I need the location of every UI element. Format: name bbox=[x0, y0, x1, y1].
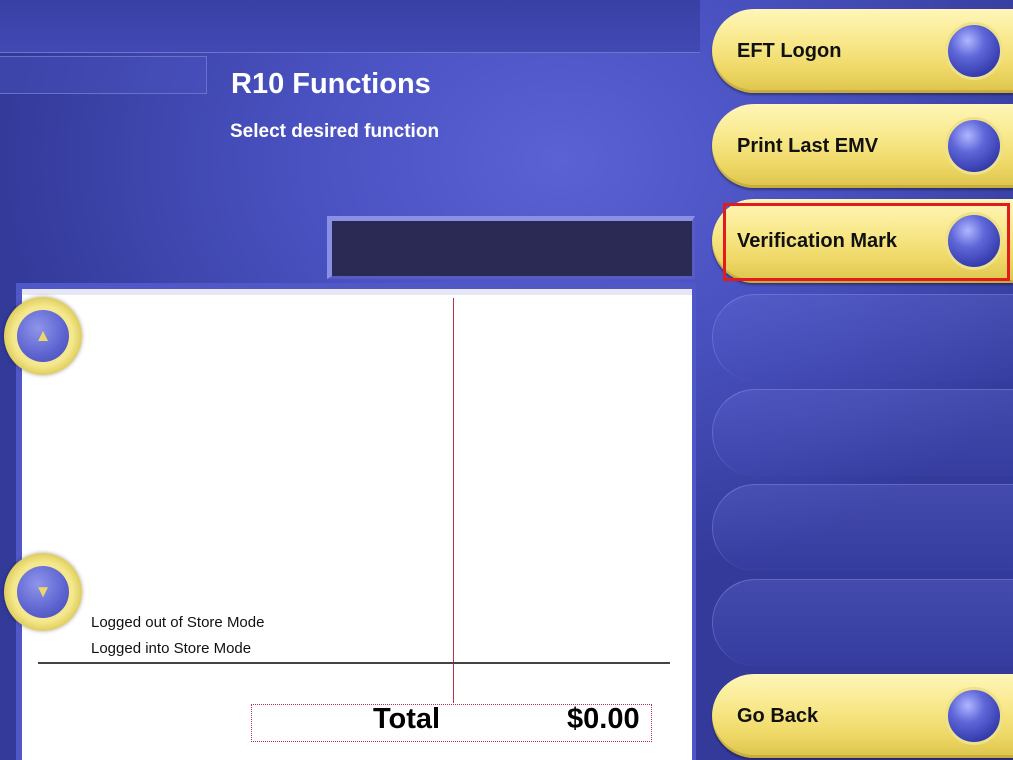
print-last-emv-label: Print Last EMV bbox=[737, 135, 879, 157]
selection-highlight bbox=[723, 203, 1010, 281]
blue-circle-icon bbox=[945, 22, 1003, 80]
receipt-column-divider bbox=[453, 298, 454, 703]
total-value: $0.00 bbox=[567, 703, 640, 735]
empty-slot-4 bbox=[712, 579, 1013, 666]
go-back-label: Go Back bbox=[737, 705, 819, 727]
scroll-up-knob: ▲ bbox=[17, 310, 69, 362]
pos-screen: R10 Functions Select desired function Lo… bbox=[0, 0, 1013, 760]
scroll-down-button[interactable]: ▼ bbox=[4, 553, 82, 631]
empty-slot-2 bbox=[712, 389, 1013, 476]
receipt-divider bbox=[38, 662, 670, 664]
scroll-up-button[interactable]: ▲ bbox=[4, 297, 82, 375]
input-display[interactable] bbox=[327, 216, 695, 279]
scroll-down-knob: ▼ bbox=[17, 566, 69, 618]
empty-slot-3 bbox=[712, 484, 1013, 571]
go-back-button[interactable]: Go Back bbox=[712, 674, 1013, 758]
eft-logon-label: EFT Logon bbox=[737, 40, 842, 62]
triangle-down-icon: ▼ bbox=[34, 582, 52, 601]
log-line-logged-in: Logged into Store Mode bbox=[91, 640, 252, 657]
receipt-panel bbox=[22, 289, 692, 760]
print-last-emv-button[interactable]: Print Last EMV bbox=[712, 104, 1013, 188]
top-band bbox=[0, 0, 700, 53]
triangle-up-icon: ▲ bbox=[34, 326, 52, 345]
total-label: Total bbox=[373, 703, 441, 735]
blue-circle-icon bbox=[945, 117, 1003, 175]
page-subtitle: Select desired function bbox=[230, 121, 440, 142]
blue-circle-icon bbox=[945, 687, 1003, 745]
header-strip bbox=[0, 56, 207, 94]
empty-slot-1 bbox=[712, 294, 1013, 381]
page-title: R10 Functions bbox=[231, 68, 431, 100]
log-line-logged-out: Logged out of Store Mode bbox=[91, 614, 265, 631]
eft-logon-button[interactable]: EFT Logon bbox=[712, 9, 1013, 93]
